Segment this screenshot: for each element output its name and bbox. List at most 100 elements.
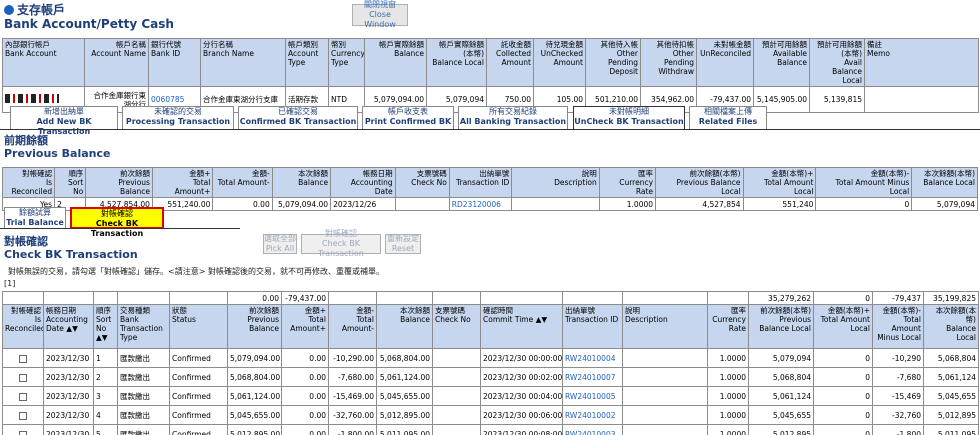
previous-header-13-en: Total Amount Minus Local (835, 178, 910, 196)
check-cell-9 (432, 348, 481, 368)
check-cell-4: Confirmed (169, 367, 228, 387)
tab-confirmed-bk-transaction[interactable]: 已確認交易 Confirmed BK Transaction (238, 106, 358, 129)
transaction-id-link[interactable]: RW24010005 (565, 392, 616, 401)
tab-print-confirmed-bk[interactable]: 帳戶收支表 Print Confirmed BK (362, 106, 454, 129)
check-cell-11[interactable]: RW24010005 (562, 386, 623, 406)
check-cell-16: -15,469 (872, 386, 924, 406)
check-cell-17: 5,045,655 (923, 386, 979, 406)
check-header-12-en: Description (625, 315, 668, 324)
account-header-2-cn: 銀行代號 (151, 40, 181, 49)
check-cell-4: Confirmed (169, 424, 228, 435)
check-cell-0[interactable] (2, 405, 44, 425)
tab-add-new-bk-transaction[interactable]: 新增出納單 Add New BK Transaction (10, 106, 118, 136)
check-cell-11[interactable]: RW24010002 (562, 405, 623, 425)
close-window-en: Close Window (364, 10, 396, 29)
account-header-5-en: Currency Type (331, 49, 365, 67)
transaction-id-link[interactable]: RW24010002 (565, 411, 616, 420)
check-header-17: 本次餘額(本幣) Balance Local (923, 304, 979, 349)
account-header-12-cn: 未對帳金額 (713, 40, 752, 49)
tab-processing-transaction[interactable]: 未確認的交易 Processing Transaction (122, 106, 234, 129)
page-count-link[interactable]: [1] (4, 279, 15, 288)
account-header-5: 幣別 Currency Type (328, 38, 365, 87)
account-header-11: 其他待扣帳 Other Pending Withdraw (640, 38, 697, 87)
account-value-7: 5,079,094 (445, 95, 484, 104)
account-header-0: 內部銀行帳戶 Bank Account (2, 38, 85, 87)
check-cell-15: 0 (813, 424, 873, 435)
reconcile-checkbox[interactable] (19, 411, 27, 420)
check-cell-16: -32,760 (872, 405, 924, 425)
account-header-10-cn: 其他待入帳 (600, 40, 639, 49)
tab-related-files[interactable]: 相關檔案上傳 Related Files (689, 106, 767, 129)
check-cell-6: 0.00 (281, 386, 329, 406)
tab-label-en: Related Files (698, 117, 758, 126)
check-cell-1: 2023/12/30 (43, 367, 94, 387)
check-bk-table: 0.00 -79,437.00 35,279,262 0 -79,437 35,199,8… (2, 291, 979, 435)
check-cell-0[interactable] (2, 348, 44, 368)
transaction-id-link[interactable]: RW24010004 (565, 354, 616, 363)
check-header-2-cn: 順序 (96, 306, 111, 315)
check-cell-5: 5,061,124.00 (227, 386, 282, 406)
account-value-4: 活期存款 (288, 95, 318, 104)
check-header-10[interactable]: 確認時間 Commit Time ▲▼ (480, 304, 563, 349)
close-window-button[interactable]: 關閉視窗 Close Window (352, 0, 408, 29)
tab-label-cn: 未確認的交易 (154, 107, 202, 116)
account-value-14: 5,139,815 (823, 95, 862, 104)
check-cell-11[interactable]: RW24010003 (562, 424, 623, 435)
transaction-id-link[interactable]: RW24010007 (565, 373, 616, 382)
check-value-10: 2023/12/30 00:04:00 (483, 391, 563, 401)
account-table: 內部銀行帳戶 Bank Account 帳戶名稱 Account Name 銀行代號 Ba… (2, 38, 979, 113)
account-header-2-en: Bank ID (151, 49, 181, 58)
pick-all-button[interactable]: 選取全部 Pick All (263, 234, 297, 254)
reset-button[interactable]: 重新設定 Reset (385, 234, 421, 254)
check-bk-transaction-button[interactable]: 對帳確認 Check BK Transaction (301, 229, 381, 258)
sum-row: 0.00 -79,437.00 35,279,262 0 -79,437 35,199,8… (2, 291, 979, 305)
check-header-2[interactable]: 順序 Sort No ▲▼ (93, 304, 118, 349)
check-cell-11[interactable]: RW24010007 (562, 367, 623, 387)
account-cell-15 (864, 86, 979, 113)
tab-uncheck-bk-transaction[interactable]: 未對帳明細 UnCheck BK Transaction (573, 106, 685, 130)
previous-cell-12: 551,240 (742, 197, 817, 211)
account-header-0-cn: 內部銀行帳戶 (5, 40, 50, 49)
check-cell-13: 1.0000 (707, 405, 749, 425)
transaction-id-link[interactable]: RW24010003 (565, 430, 616, 435)
check-value-14: 5,068,804 (772, 372, 811, 382)
check-value-1: 2023/12/30 (46, 429, 90, 435)
previous-header-2-cn: 前次餘額 (119, 169, 150, 178)
previous-cell-8[interactable]: RD23120006 (448, 197, 513, 211)
previous-header-7: 支票號碼 Check No (394, 167, 450, 198)
check-value-13: 1.0000 (719, 391, 746, 401)
check-cell-2: 2 (93, 367, 118, 387)
reconcile-checkbox[interactable] (19, 430, 27, 435)
check-cell-0[interactable] (2, 367, 44, 387)
tab-all-banking-transaction[interactable]: 所有交易紀錄 All Banking Transaction (458, 106, 568, 129)
subtab-trial-balance[interactable]: 餘額試算 Trial Balance (4, 207, 66, 229)
account-header-14-en: Avail Balance Local (832, 58, 862, 85)
reconcile-checkbox[interactable] (19, 354, 27, 363)
previous-cell-6: 2023/12/26 (330, 197, 396, 211)
sum-cell-8 (376, 291, 433, 305)
account-header-14-cn: 預計可用餘額(本幣) (817, 40, 862, 58)
check-cell-0[interactable] (2, 386, 44, 406)
account-header-1: 帳戶名稱 Account Name (84, 38, 149, 87)
account-header-8-en: Collected Amount (495, 49, 531, 67)
check-cell-0[interactable] (2, 424, 44, 435)
sum-cell-5: 0.00 (227, 291, 282, 305)
check-value-6: 0.00 (309, 372, 326, 382)
check-header-1[interactable]: 帳務日期 Accounting Date ▲▼ (43, 304, 94, 349)
sum-cell-6: -79,437.00 (281, 291, 329, 305)
sum-value-17: 35,199,825 (933, 293, 976, 303)
check-cell-10: 2023/12/30 00:06:00 (480, 405, 563, 425)
reconcile-checkbox[interactable] (19, 392, 27, 401)
tab-label-en: UnCheck BK Transaction (574, 117, 684, 126)
check-cell-9 (432, 405, 481, 425)
reconcile-checkbox[interactable] (19, 373, 27, 382)
subtab-check-bk-transaction[interactable]: 對帳確認 Check BK Transaction (70, 207, 164, 238)
previous-transaction-link[interactable]: RD23120006 (452, 200, 501, 209)
previous-balance-table: 對帳確認 Is Reconciled 順序 Sort No 前次餘額 Previous B… (1, 167, 978, 211)
check-cell-11[interactable]: RW24010004 (562, 348, 623, 368)
check-header-16-en: Total Amount Minus Local (877, 315, 921, 342)
bank-id-link[interactable]: 0060785 (151, 95, 184, 104)
check-value-10: 2023/12/30 00:06:00 (483, 410, 563, 420)
check-value-7: -15,469.00 (333, 391, 374, 401)
check-value-8: 5,011,095.00 (379, 429, 430, 435)
